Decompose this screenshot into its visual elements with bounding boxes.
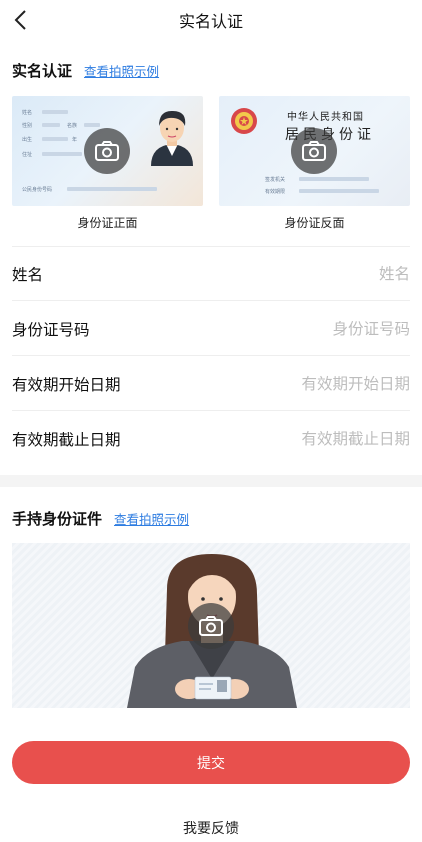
valid-end-input[interactable] <box>210 430 410 448</box>
hold-example-link[interactable]: 查看拍照示例 <box>114 509 189 528</box>
front-field-address: 住址 <box>22 152 33 158</box>
front-bar <box>67 187 157 191</box>
id-front-label: 身份证正面 <box>77 216 138 230</box>
valid-start-label: 有效期开始日期 <box>12 375 121 394</box>
national-emblem-icon <box>231 108 257 134</box>
camera-icon <box>95 141 119 161</box>
hold-section-title: 手持身份证件 <box>12 510 103 528</box>
hold-section-header: 手持身份证件 查看拍照示例 <box>12 508 189 529</box>
submit-button[interactable]: 提交 <box>12 741 410 784</box>
form-row-name: 姓名 <box>12 247 410 301</box>
feedback-link[interactable]: 我要反馈 <box>0 818 422 838</box>
form-row-valid-start: 有效期开始日期 <box>12 357 410 411</box>
valid-end-label: 有效期截止日期 <box>12 431 121 449</box>
id-example-link[interactable]: 查看拍照示例 <box>84 61 159 80</box>
camera-icon <box>302 141 326 161</box>
id-number-input[interactable] <box>210 319 410 338</box>
back-field-authority: 签发机关 <box>265 177 286 183</box>
name-label: 姓名 <box>12 265 44 284</box>
id-card-front-upload[interactable]: 姓名 性别 名族 出生 年 住址 公民身份号码 <box>12 96 203 206</box>
nav-bar: 实名认证 <box>0 0 422 40</box>
name-input[interactable] <box>210 264 410 283</box>
front-bar <box>42 152 82 156</box>
front-field-name: 姓名 <box>22 110 33 116</box>
portrait-icon <box>151 110 193 166</box>
id-back-label: 身份证反面 <box>284 216 345 230</box>
front-field-birth: 出生 <box>22 137 33 143</box>
hold-id-photo-upload[interactable] <box>12 543 410 708</box>
id-section-title: 实名认证 <box>12 62 73 80</box>
back-field-validity: 有效期限 <box>265 189 286 195</box>
id-back-header: 中华人民共和国 <box>287 112 364 123</box>
form-row-id-number: 身份证号码 <box>12 302 410 356</box>
id-number-label: 身份证号码 <box>12 320 90 339</box>
back-bar <box>299 189 379 193</box>
camera-button[interactable] <box>291 128 337 174</box>
back-bar <box>299 177 369 181</box>
camera-icon <box>199 616 223 636</box>
front-bar <box>42 137 68 141</box>
front-field-sex: 性别 <box>22 123 33 129</box>
front-bar <box>42 123 60 127</box>
id-card-back-upload[interactable]: 中华人民共和国 居民身份证 签发机关 有效期限 <box>219 96 410 206</box>
front-bar <box>84 123 100 127</box>
page-title: 实名认证 <box>178 12 243 31</box>
front-field-idno: 公民身份号码 <box>22 187 53 193</box>
id-section-header: 实名认证 查看拍照示例 <box>12 60 159 81</box>
front-bar <box>42 110 68 114</box>
camera-button[interactable] <box>188 603 234 649</box>
valid-start-input[interactable] <box>210 374 410 393</box>
section-gap <box>0 475 422 487</box>
form-row-valid-end: 有效期截止日期 <box>12 412 410 466</box>
camera-button[interactable] <box>84 128 130 174</box>
front-field-year: 年 <box>72 137 78 143</box>
front-field-nation: 名族 <box>67 123 78 129</box>
